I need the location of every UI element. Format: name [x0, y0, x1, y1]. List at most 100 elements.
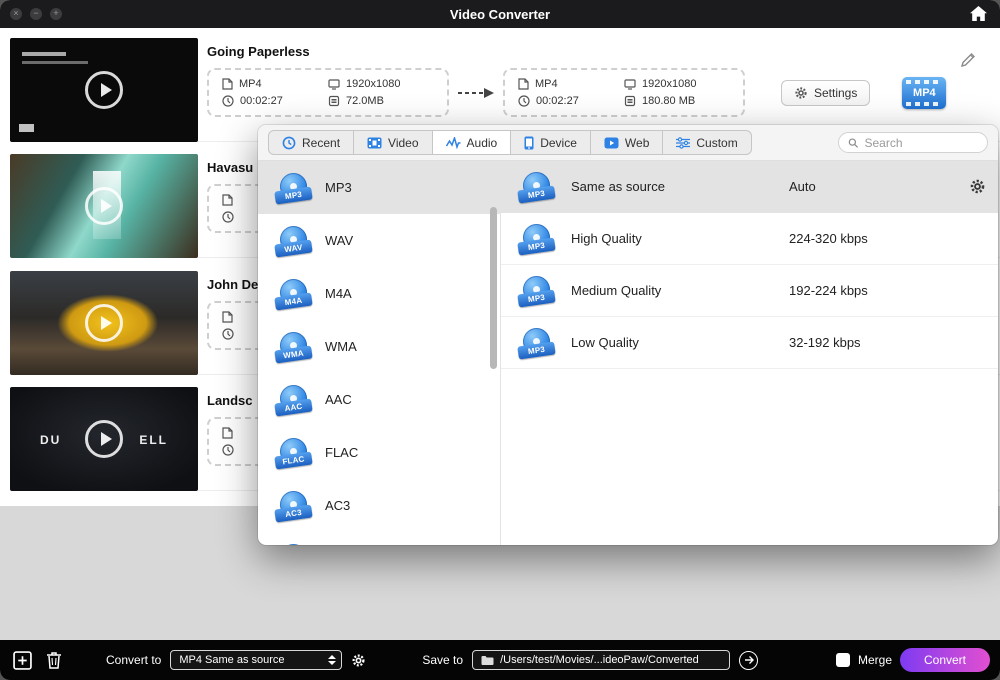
save-path-field[interactable]: /Users/test/Movies/...ideoPaw/Converted	[472, 650, 730, 670]
format-icon	[275, 543, 312, 546]
trash-icon	[46, 651, 62, 669]
preset-value: Auto	[789, 179, 956, 194]
bottom-toolbar: Convert to MP4 Same as source Save to /U…	[0, 640, 1000, 680]
clock-icon	[222, 444, 234, 456]
file-icon	[518, 78, 529, 90]
gear-icon	[794, 86, 808, 100]
window-controls	[10, 8, 62, 20]
clock-icon	[222, 95, 234, 107]
titlebar: Video Converter	[0, 0, 1000, 28]
delete-button[interactable]	[46, 651, 62, 669]
edit-pencil-icon[interactable]	[960, 52, 976, 73]
search-input[interactable]	[864, 136, 978, 150]
quality-preset-list: MP3 Same as source Auto MP3 High Quality…	[501, 161, 998, 545]
mp3-format-icon: MP3	[518, 223, 555, 255]
source-size: 72.0MB	[328, 95, 434, 107]
folder-icon	[481, 655, 494, 666]
format-item-wma[interactable]: WMA WMA	[258, 320, 500, 373]
convert-arrow-icon	[457, 87, 495, 99]
convert-to-label: Convert to	[106, 653, 161, 667]
save-to-label: Save to	[422, 653, 463, 667]
wav-format-icon: WAV	[275, 225, 312, 257]
preset-settings-gear-icon[interactable]	[956, 178, 998, 195]
tab-custom[interactable]: Custom	[663, 131, 750, 154]
plus-icon	[13, 651, 32, 670]
clock-icon	[518, 95, 530, 107]
app-window: Video Converter Going Paperless MP4	[0, 0, 1000, 680]
home-icon[interactable]	[970, 6, 987, 26]
flac-format-icon: FLAC	[275, 437, 312, 469]
tab-audio[interactable]: Audio	[433, 131, 512, 154]
format-settings-gear-icon[interactable]	[351, 653, 366, 668]
stepper-arrows-icon	[322, 655, 336, 665]
search-field[interactable]	[838, 132, 988, 153]
window-title: Video Converter	[0, 7, 1000, 22]
minimize-window-icon[interactable]	[30, 8, 42, 20]
convert-button[interactable]: Convert	[900, 648, 990, 672]
sliders-icon	[676, 137, 690, 149]
tab-recent[interactable]: Recent	[269, 131, 354, 154]
merge-label: Merge	[858, 653, 892, 667]
preset-medium-quality[interactable]: MP3 Medium Quality 192-224 kbps	[501, 265, 998, 317]
preset-low-quality[interactable]: MP3 Low Quality 32-192 kbps	[501, 317, 998, 369]
format-list: MP3 MP3 WAV WAV M4A M4A WMA WMA AAC AA	[258, 161, 501, 545]
file-icon	[222, 427, 233, 439]
filmstrip-icon	[367, 137, 382, 149]
m4a-format-icon: M4A	[275, 278, 312, 310]
open-folder-button[interactable]	[739, 651, 758, 670]
tab-device[interactable]: Device	[511, 131, 591, 154]
arrow-right-icon	[744, 655, 754, 665]
recent-icon	[282, 136, 296, 150]
output-format-badge[interactable]: MP4	[902, 77, 946, 109]
web-player-icon	[604, 137, 619, 149]
play-icon[interactable]	[85, 420, 123, 458]
play-icon[interactable]	[85, 187, 123, 225]
format-item-flac[interactable]: FLAC FLAC	[258, 426, 500, 479]
close-window-icon[interactable]	[10, 8, 22, 20]
search-icon	[848, 137, 858, 149]
preset-same-as-source[interactable]: MP3 Same as source Auto	[501, 161, 998, 213]
video-thumbnail[interactable]: DU ELL	[10, 387, 198, 491]
play-icon[interactable]	[85, 71, 123, 109]
aac-format-icon: AAC	[275, 384, 312, 416]
output-duration: 00:02:27	[518, 95, 624, 107]
thumbnail-text-line	[22, 61, 88, 64]
format-item-ac3[interactable]: AC3 AC3	[258, 479, 500, 532]
output-size: 180.80 MB	[624, 95, 730, 107]
format-picker-toolbar: Recent Video Audio Device Web	[258, 125, 998, 161]
category-tabs: Recent Video Audio Device Web	[268, 130, 752, 155]
scrollbar-thumb[interactable]	[490, 207, 497, 369]
tab-web[interactable]: Web	[591, 131, 663, 154]
thumbnail-overlay-text: DU	[40, 433, 61, 447]
format-item-aac[interactable]: AAC AAC	[258, 373, 500, 426]
play-icon[interactable]	[85, 304, 123, 342]
video-thumbnail[interactable]	[10, 38, 198, 142]
ac3-format-icon: AC3	[275, 490, 312, 522]
thumbnail-overlay-text: ELL	[139, 433, 168, 447]
zoom-window-icon[interactable]	[50, 8, 62, 20]
monitor-icon	[624, 78, 636, 90]
preset-high-quality[interactable]: MP3 High Quality 224-320 kbps	[501, 213, 998, 265]
settings-button[interactable]: Settings	[781, 80, 870, 106]
clock-icon	[222, 211, 234, 223]
preset-value: 224-320 kbps	[789, 231, 956, 246]
file-icon	[222, 311, 233, 323]
format-item-mp3[interactable]: MP3 MP3	[258, 161, 500, 214]
format-item-partial[interactable]	[258, 532, 500, 545]
tab-video[interactable]: Video	[354, 131, 432, 154]
output-format-select[interactable]: MP4 Same as source	[170, 650, 342, 670]
clip-title: Going Paperless	[207, 44, 1000, 59]
video-thumbnail[interactable]	[10, 271, 198, 375]
merge-checkbox[interactable]	[836, 653, 850, 667]
format-item-m4a[interactable]: M4A M4A	[258, 267, 500, 320]
source-format: MP4	[222, 78, 328, 90]
storage-icon	[624, 95, 636, 107]
output-format: MP4	[518, 78, 624, 90]
mp3-format-icon: MP3	[518, 171, 555, 203]
source-info-box: MP4 1920x1080 00:02:27 72.0MB	[207, 68, 449, 117]
thumbnail-text-line	[22, 52, 66, 56]
video-thumbnail[interactable]	[10, 154, 198, 258]
storage-icon	[328, 95, 340, 107]
add-files-button[interactable]	[13, 651, 32, 670]
format-item-wav[interactable]: WAV WAV	[258, 214, 500, 267]
